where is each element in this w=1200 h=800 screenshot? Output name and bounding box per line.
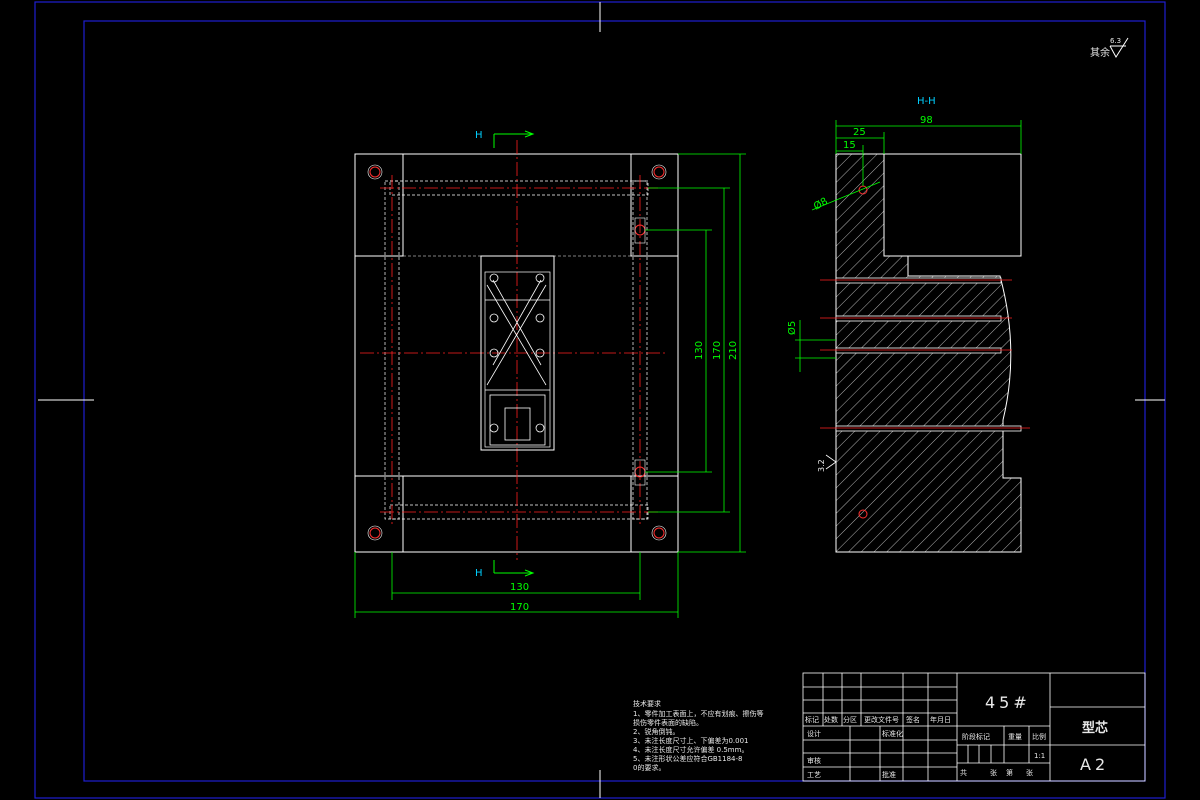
svg-text:技术要求: 技术要求 [633, 699, 661, 708]
svg-text:第: 第 [1006, 768, 1013, 777]
svg-text:170: 170 [712, 341, 723, 360]
svg-text:批准: 批准 [882, 770, 896, 779]
svg-text:分区: 分区 [843, 715, 857, 724]
svg-text:H: H [475, 130, 483, 141]
title-block: 45# 型芯 A2 1:1 标记 处数 分区 更改文件号 签名 年月日 设计 标… [802, 672, 1146, 782]
svg-text:张: 张 [1026, 768, 1033, 777]
svg-text:5、未注形状公差应符合GB1184-8: 5、未注形状公差应符合GB1184-8 [633, 754, 742, 763]
svg-text:共: 共 [960, 768, 967, 777]
section-view: H-H 98 25 15 Ø8 Ø5 3.2 [786, 96, 1030, 553]
centerlines [360, 140, 668, 560]
front-view: H H 130 170 130 170 210 [354, 130, 746, 618]
svg-text:3、未注长度尺寸上、下偏差为0.001: 3、未注长度尺寸上、下偏差为0.001 [633, 736, 749, 745]
svg-text:130: 130 [694, 341, 705, 360]
cad-drawing: 其余 6.3 H H 130 170 130 170 210 H-H 98 25… [34, 1, 1166, 799]
svg-text:处数: 处数 [824, 715, 838, 724]
svg-text:设计: 设计 [807, 729, 821, 738]
svg-text:15: 15 [843, 140, 856, 151]
svg-text:170: 170 [510, 602, 529, 613]
svg-text:审核: 审核 [807, 756, 821, 765]
svg-text:0的要求。: 0的要求。 [633, 763, 665, 772]
svg-text:比例: 比例 [1032, 732, 1046, 741]
svg-text:2、锐角倒钝。: 2、锐角倒钝。 [633, 727, 679, 736]
technical-notes: 技术要求 1、零件加工表面上，不应有划痕、擦伤等 损伤零件表面的缺陷。 2、锐角… [633, 699, 763, 772]
svg-text:更改文件号: 更改文件号 [864, 715, 899, 724]
svg-text:重量: 重量 [1008, 733, 1022, 741]
svg-text:98: 98 [920, 115, 933, 126]
svg-text:A2: A2 [1080, 755, 1109, 774]
svg-text:Ø5: Ø5 [786, 321, 798, 335]
svg-text:张: 张 [990, 768, 997, 777]
svg-text:型芯: 型芯 [1082, 720, 1108, 736]
front-dimensions [354, 153, 746, 618]
svg-text:130: 130 [510, 582, 529, 593]
svg-text:210: 210 [728, 341, 739, 360]
svg-text:标记: 标记 [805, 715, 819, 724]
roughness-symbol: 其余 6.3 [1090, 37, 1129, 59]
svg-text:1:1: 1:1 [1034, 752, 1045, 760]
svg-text:标准化: 标准化 [882, 729, 903, 738]
svg-text:签名: 签名 [906, 715, 920, 724]
svg-text:6.3: 6.3 [1110, 37, 1121, 45]
svg-text:4、未注长度尺寸允许偏差 0.5mm。: 4、未注长度尺寸允许偏差 0.5mm。 [633, 745, 748, 754]
svg-text:3.2: 3.2 [817, 459, 826, 472]
svg-text:年月日: 年月日 [930, 715, 951, 724]
svg-text:其余: 其余 [1090, 46, 1110, 59]
svg-text:工艺: 工艺 [807, 771, 821, 779]
svg-text:Ø8: Ø8 [812, 195, 830, 213]
svg-text:H: H [475, 568, 483, 579]
svg-text:损伤零件表面的缺陷。: 损伤零件表面的缺陷。 [633, 718, 703, 727]
svg-text:45#: 45# [985, 693, 1031, 712]
svg-text:阶段标记: 阶段标记 [962, 732, 990, 741]
svg-text:1、零件加工表面上，不应有划痕、擦伤等: 1、零件加工表面上，不应有划痕、擦伤等 [633, 709, 763, 718]
svg-text:H-H: H-H [917, 96, 936, 107]
svg-text:25: 25 [853, 127, 866, 138]
